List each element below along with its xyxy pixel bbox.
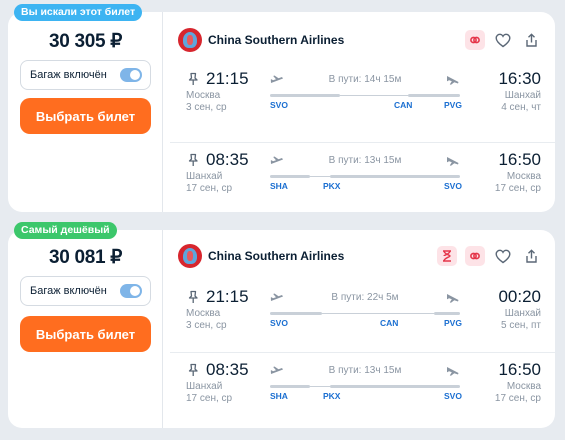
- plane-landing-icon: [447, 294, 459, 303]
- airline-logo: [178, 244, 202, 268]
- airport-code: CAN: [394, 100, 413, 110]
- departure-city: Москва: [186, 90, 221, 101]
- baggage-label: Багаж включён: [30, 69, 107, 81]
- departure-date: 3 сен, ср: [186, 102, 227, 113]
- arrival-city: Москва: [506, 381, 541, 392]
- flight-segment-outbound[interactable]: 21:15 Москва 3 сен, ср В пути: 14ч 15м S…: [170, 64, 555, 134]
- airport-code: PVG: [444, 318, 462, 328]
- flight-duration: В пути: 22ч 5м: [331, 292, 399, 303]
- select-ticket-button[interactable]: Выбрать билет: [20, 98, 151, 134]
- route-track: [270, 94, 460, 97]
- arrival-time: 16:30: [498, 69, 541, 88]
- arrival-time: 00:20: [498, 287, 541, 306]
- flight-duration: В пути: 13ч 15м: [328, 365, 402, 376]
- share-icon[interactable]: [521, 30, 541, 50]
- departure-time: 21:15: [206, 287, 249, 306]
- arrival-date: 5 сен, пт: [501, 320, 541, 331]
- airport-codes: SHA PKX SVO: [270, 391, 462, 403]
- airport-code: SHA: [270, 391, 288, 401]
- route-track: [270, 385, 460, 388]
- airline-name: China Southern Airlines: [208, 33, 345, 47]
- cheapest-badge: Самый дешёвый: [14, 222, 117, 239]
- departure-date: 3 сен, ср: [186, 320, 227, 331]
- ticket-actions: [437, 246, 541, 266]
- airport-code: PVG: [444, 100, 462, 110]
- price-panel: 30 305 ₽ Багаж включён Выбрать билет: [8, 12, 163, 212]
- heart-icon[interactable]: [493, 30, 513, 50]
- arrival-date: 4 сен, чт: [501, 102, 541, 113]
- departure-city: Шанхай: [186, 171, 223, 182]
- ticket-price: 30 081 ₽: [48, 247, 123, 268]
- arrival-date: 17 сен, ср: [494, 183, 541, 194]
- pin-icon[interactable]: [186, 153, 200, 167]
- baggage-toggle[interactable]: [120, 284, 142, 298]
- ticket-actions: [465, 30, 541, 50]
- ticket-card[interactable]: Самый дешёвый 30 081 ₽ Багаж включён Выб…: [8, 222, 555, 428]
- airport-code: SVO: [270, 100, 288, 110]
- airport-code: SVO: [444, 391, 462, 401]
- airport-codes: SHA PKX SVO: [270, 181, 462, 193]
- airport-code: PKX: [323, 391, 341, 401]
- heart-icon[interactable]: [493, 246, 513, 266]
- flight-segment-outbound[interactable]: 21:15 Москва 3 сен, ср В пути: 22ч 5м SV…: [170, 282, 555, 352]
- airport-code: CAN: [380, 318, 399, 328]
- arrival-time: 16:50: [498, 360, 541, 379]
- link-icon[interactable]: [465, 30, 485, 50]
- flight-segment-return[interactable]: 08:35 Шанхай 17 сен, ср В пути: 13ч 15м …: [170, 142, 555, 212]
- arrival-city: Шанхай: [504, 90, 541, 101]
- share-icon[interactable]: [521, 246, 541, 266]
- airport-code: SHA: [270, 181, 288, 191]
- departure-time: 21:15: [206, 69, 249, 88]
- select-ticket-button[interactable]: Выбрать билет: [20, 316, 151, 352]
- airport-codes: SVO CAN PVG: [270, 100, 462, 112]
- flight-duration: В пути: 13ч 15м: [328, 155, 402, 166]
- pin-icon[interactable]: [186, 290, 200, 304]
- departure-city: Шанхай: [186, 381, 223, 392]
- plane-landing-icon: [447, 157, 459, 166]
- baggage-toggle-row[interactable]: Багаж включён: [20, 60, 151, 90]
- departure-time: 08:35: [206, 360, 249, 379]
- baggage-label: Багаж включён: [30, 285, 107, 297]
- searched-ticket-badge: Вы искали этот билет: [14, 4, 143, 21]
- airport-code: SVO: [444, 181, 462, 191]
- airport-code: SVO: [270, 318, 288, 328]
- ticket-price: 30 305 ₽: [48, 31, 123, 52]
- pin-icon[interactable]: [186, 363, 200, 377]
- route-track: [270, 312, 460, 315]
- flight-segment-return[interactable]: 08:35 Шанхай 17 сен, ср В пути: 13ч 15м …: [170, 352, 555, 422]
- departure-date: 17 сен, ср: [186, 393, 233, 404]
- airport-code: PKX: [323, 181, 341, 191]
- route-track: [270, 175, 460, 178]
- departure-date: 17 сен, ср: [186, 183, 233, 194]
- airline-logo: [178, 28, 202, 52]
- arrival-date: 17 сен, ср: [494, 393, 541, 404]
- flight-duration: В пути: 14ч 15м: [328, 74, 402, 85]
- link-icon[interactable]: [465, 246, 485, 266]
- airport-codes: SVO CAN PVG: [270, 318, 462, 330]
- baggage-toggle-row[interactable]: Багаж включён: [20, 276, 151, 306]
- plane-landing-icon: [447, 76, 459, 85]
- arrival-city: Шанхай: [504, 308, 541, 319]
- hourglass-icon[interactable]: [437, 246, 457, 266]
- plane-landing-icon: [447, 367, 459, 376]
- baggage-toggle[interactable]: [120, 68, 142, 82]
- ticket-card[interactable]: Вы искали этот билет 30 305 ₽ Багаж вклю…: [8, 4, 555, 212]
- airline-name: China Southern Airlines: [208, 249, 345, 263]
- arrival-time: 16:50: [498, 150, 541, 169]
- arrival-city: Москва: [506, 171, 541, 182]
- pin-icon[interactable]: [186, 72, 200, 86]
- price-panel: 30 081 ₽ Багаж включён Выбрать билет: [8, 230, 163, 428]
- departure-city: Москва: [186, 308, 221, 319]
- departure-time: 08:35: [206, 150, 249, 169]
